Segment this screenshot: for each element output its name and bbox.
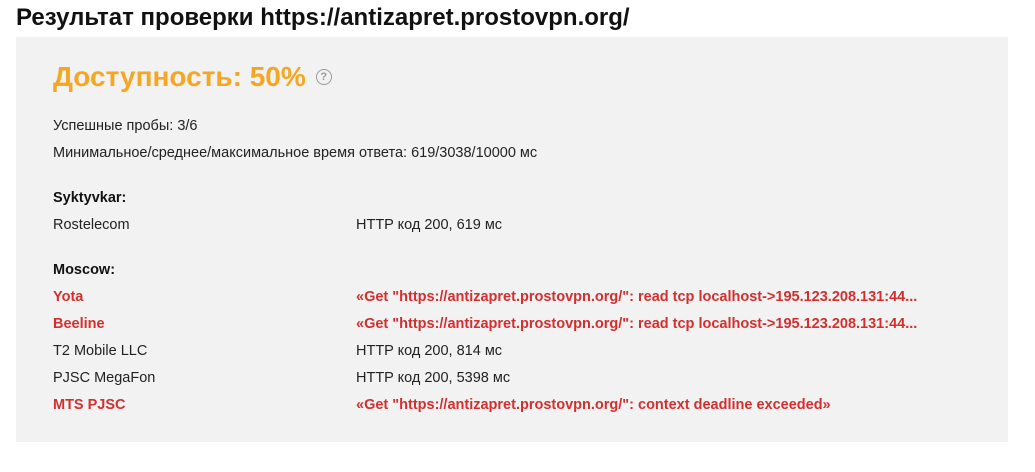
probe-row: Beeline «Get "https://antizapret.prostov…: [53, 316, 993, 338]
probe-row: T2 Mobile LLC HTTP код 200, 814 мс: [53, 343, 993, 365]
availability-label: Доступность: 50%: [53, 61, 306, 92]
probe-result: HTTP код 200, 5398 мс: [356, 370, 511, 386]
location-label: Syktyvkar:: [53, 190, 127, 206]
probe-result: HTTP код 200, 814 мс: [356, 343, 503, 359]
results-panel: Доступность: 50% ? Успешные пробы: 3/6 М…: [16, 37, 1008, 442]
probe-result: HTTP код 200, 619 мс: [356, 217, 503, 233]
availability-heading: Доступность: 50% ?: [53, 61, 332, 93]
probe-row: MTS PJSC «Get "https://antizapret.prosto…: [53, 397, 993, 419]
location-label: Moscow:: [53, 262, 116, 278]
probe-result: «Get "https://antizapret.prostovpn.org/"…: [356, 289, 918, 305]
response-times: Минимальное/среднее/максимальное время о…: [53, 145, 538, 161]
isp-name: T2 Mobile LLC: [53, 343, 148, 359]
isp-name: Rostelecom: [53, 217, 130, 233]
isp-name: Beeline: [53, 316, 105, 332]
success-probes: Успешные пробы: 3/6: [53, 118, 198, 134]
probe-row: PJSC MegaFon HTTP код 200, 5398 мс: [53, 370, 993, 392]
page-title: Результат проверки https://antizapret.pr…: [16, 4, 630, 31]
isp-name: MTS PJSC: [53, 397, 126, 413]
probe-row: Yota «Get "https://antizapret.prostovpn.…: [53, 289, 993, 311]
probe-result: «Get "https://antizapret.prostovpn.org/"…: [356, 316, 918, 332]
isp-name: PJSC MegaFon: [53, 370, 156, 386]
probe-row: Rostelecom HTTP код 200, 619 мс: [53, 217, 993, 239]
isp-name: Yota: [53, 289, 84, 305]
probe-result: «Get "https://antizapret.prostovpn.org/"…: [356, 397, 831, 413]
question-circle-icon[interactable]: ?: [315, 69, 332, 85]
